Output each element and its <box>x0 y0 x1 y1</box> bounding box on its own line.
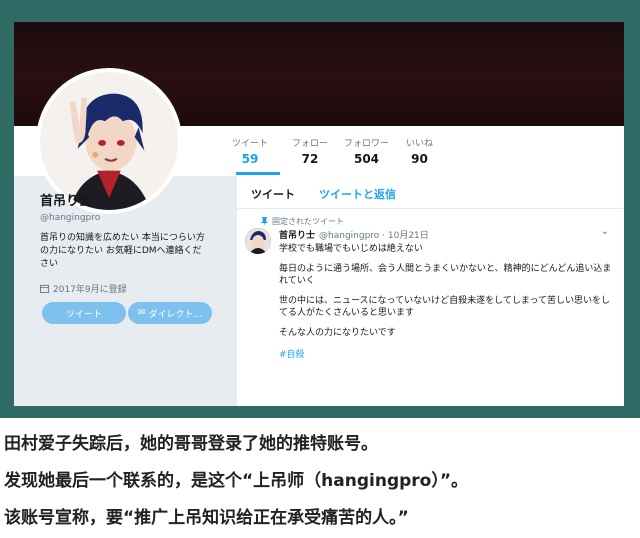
stat-following-value: 72 <box>301 152 319 166</box>
caption: 田村爱子失踪后，她的哥哥登录了她的推特账号。 发现她最后一个联系的，是这个“上吊… <box>4 426 636 537</box>
bio-line: の力になりたい お気軽にDMへ連絡くだ <box>40 246 202 256</box>
stat-followers-value: 504 <box>353 152 380 166</box>
bio-line: 首吊りの知識を広めたい 本当につらい方 <box>40 233 205 243</box>
calendar-icon <box>40 284 49 293</box>
stat-likes[interactable]: いいね 90 <box>406 136 433 166</box>
stat-tweets[interactable]: ツイート 59 <box>232 136 268 166</box>
tweet-text-paragraph: 世の中には、ニュースになっていないけど自殺未遂をしてしまって苦しい思いをしてる人… <box>279 296 611 318</box>
twitter-profile-screenshot: ツイート 59 フォロー 72 フォロワー 504 いいね 90 首吊り士 @h… <box>14 22 624 406</box>
tweet-timeline: ツイート ツイートと返信 固定されたツイート 首吊り士 @hangingpro … <box>236 176 624 406</box>
joined-date: 2017年9月に登録 <box>40 282 230 295</box>
tweet-author-name[interactable]: 首吊り士 <box>279 228 315 241</box>
tab-tweets-replies[interactable]: ツイートと返信 <box>319 186 396 202</box>
stat-following[interactable]: フォロー 72 <box>292 136 328 166</box>
stat-followers-label: フォロワー <box>344 139 390 149</box>
tab-tweets[interactable]: ツイート <box>251 186 295 202</box>
pinned-label: 固定されたツイート <box>272 217 344 226</box>
profile-name: 首吊り士 <box>40 194 93 209</box>
tweet-avatar-illustration <box>245 228 271 254</box>
tweet-avatar[interactable] <box>245 228 271 254</box>
tweet-hashtag[interactable]: #自殺 <box>279 347 613 360</box>
pin-icon <box>261 217 268 226</box>
active-stat-indicator <box>236 172 280 175</box>
profile-bio: 首吊りの知識を広めたい 本当につらい方 の力になりたい お気軽にDMへ連絡くだ … <box>40 232 230 271</box>
chevron-down-icon[interactable]: ⌄ <box>601 226 609 237</box>
tweet-text-line: 学校でも職場でもいじめは絶えない <box>279 244 423 254</box>
pinned-tweet[interactable]: 首吊り士 @hangingpro · 10月21日 ⌄ 学校でも職場でもいじめは… <box>279 226 613 360</box>
joined-text: 2017年9月に登録 <box>53 285 127 295</box>
stat-tweets-label: ツイート <box>232 139 269 149</box>
stat-following-label: フォロー <box>292 139 329 149</box>
bio-line: さい <box>40 259 59 269</box>
direct-message-button[interactable]: ✉ ダイレクト... <box>128 302 212 324</box>
direct-message-label: ダイレクト... <box>148 309 203 320</box>
tweet-to-button[interactable]: ツイート <box>42 302 126 324</box>
pinned-indicator: 固定されたツイート <box>261 216 344 227</box>
tweet-handle-date: @hangingpro · 10月21日 <box>319 231 429 241</box>
caption-line: 该账号宣称，要“推广上吊知识给正在承受痛苦的人。” <box>4 508 409 528</box>
profile-handle[interactable]: @hangingpro <box>40 213 230 223</box>
timeline-tabs: ツイート ツイートと返信 <box>237 176 624 209</box>
stat-tweets-value: 59 <box>241 152 259 166</box>
tweet-text-paragraph: そんな人の力になりたいです <box>279 328 396 338</box>
tweet-header: 首吊り士 @hangingpro · 10月21日 <box>279 228 613 241</box>
stat-likes-value: 90 <box>411 152 428 166</box>
message-icon: ✉ <box>137 308 146 318</box>
stat-likes-label: いいね <box>406 139 434 149</box>
profile-card: 首吊り士 @hangingpro 首吊りの知識を広めたい 本当につらい方 の力に… <box>40 190 230 295</box>
tweet-text-paragraph: 毎日のように通う場所、会う人間とうまくいかないと、精神的にどんどん追い込まれてい… <box>279 264 612 286</box>
stat-followers[interactable]: フォロワー 504 <box>344 136 389 166</box>
caption-line: 发现她最后一个联系的，是这个“上吊师（hangingpro）”。 <box>4 471 469 491</box>
caption-line: 田村爱子失踪后，她的哥哥登录了她的推特账号。 <box>4 434 378 454</box>
